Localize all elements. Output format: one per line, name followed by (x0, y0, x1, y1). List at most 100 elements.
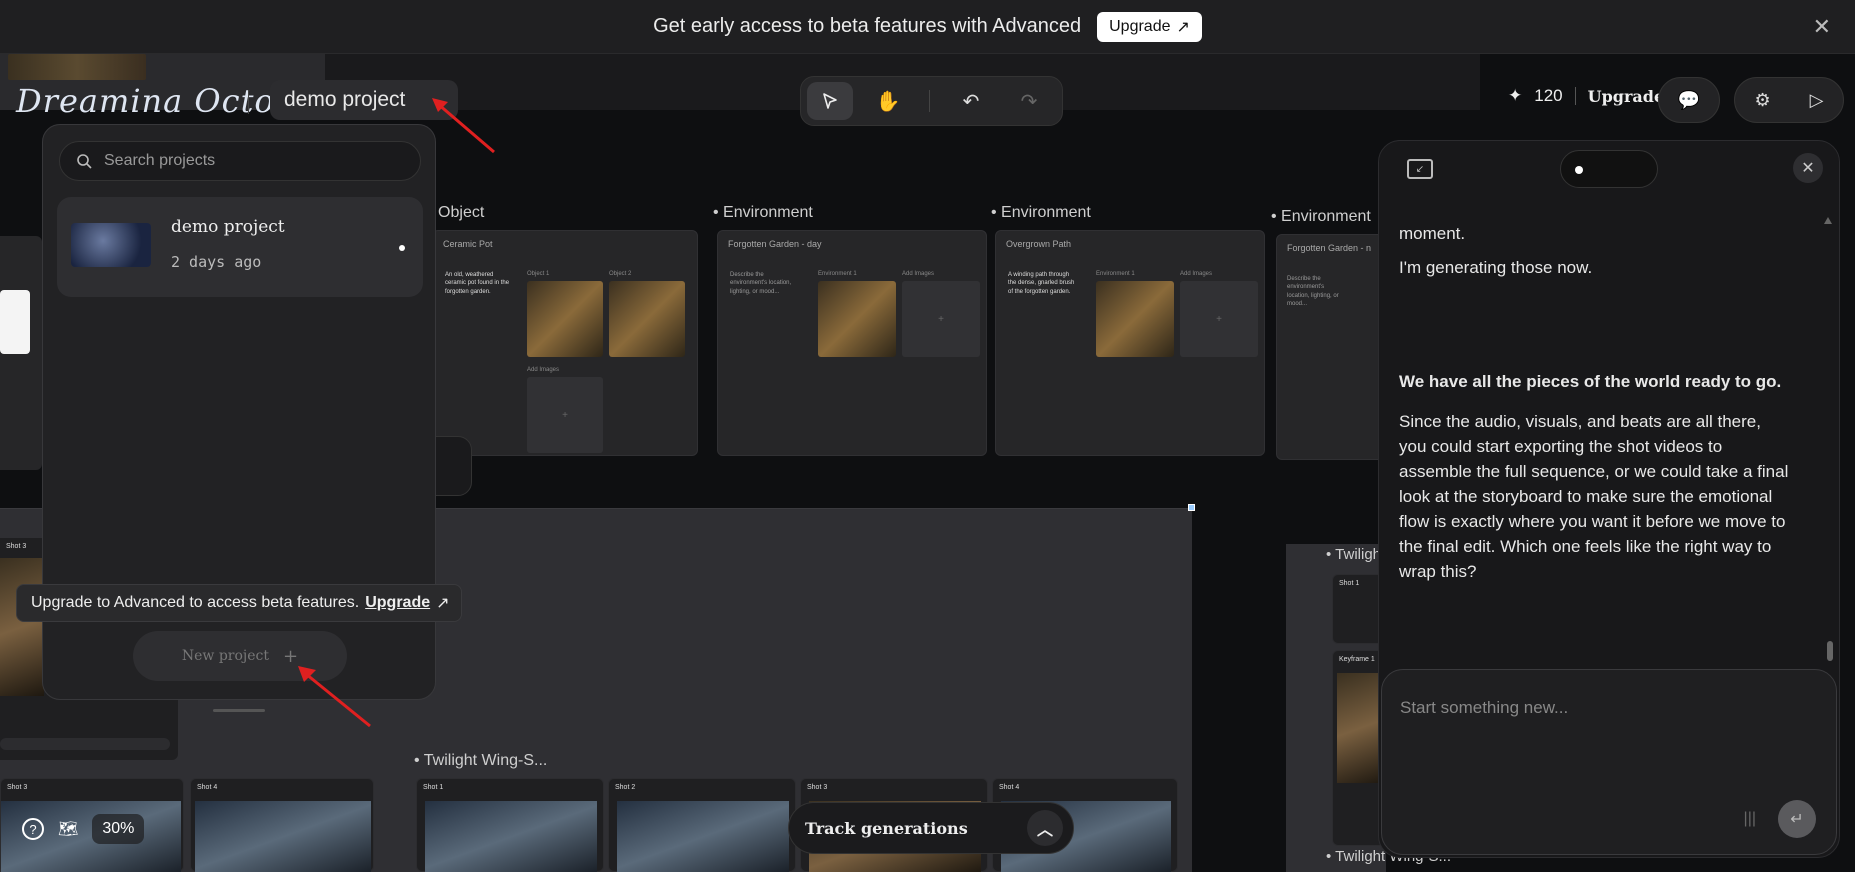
shot-image[interactable] (195, 801, 371, 872)
help-icon[interactable]: ? (22, 818, 44, 840)
banner-upgrade-label: Upgrade (1109, 17, 1171, 35)
chat-message: I'm generating those now. (1399, 258, 1593, 277)
shot-card[interactable]: Shot 1 (416, 778, 604, 872)
shot-image[interactable] (617, 801, 789, 872)
chat-toggle-button[interactable]: 💬 (1658, 77, 1720, 123)
add-image-tile[interactable]: + (1180, 281, 1258, 357)
shot-label: Shot 3 (7, 784, 28, 791)
header-actions: ⚙ ▷ (1734, 77, 1844, 123)
shot-label: Shot 4 (999, 784, 1020, 791)
annotation-arrow (432, 98, 495, 154)
chat-input[interactable]: Start something new... ||| ↵ (1381, 669, 1837, 855)
zoom-level[interactable]: 30% (92, 814, 145, 844)
shot-label: Shot 4 (197, 784, 218, 791)
environment-image[interactable] (1096, 281, 1174, 357)
search-placeholder: Search projects (104, 152, 216, 169)
chat-close-icon[interactable]: ✕ (1793, 153, 1823, 183)
undo-button[interactable]: ↶ (948, 82, 994, 120)
search-icon (77, 154, 92, 169)
chat-message: Since the audio, visuals, and beats are … (1399, 412, 1789, 581)
play-icon[interactable]: ▷ (1810, 90, 1824, 111)
project-item[interactable]: demo project 2 days ago (57, 197, 423, 297)
track-generations-bar[interactable]: Track generations ︿ (788, 802, 1074, 854)
board-title: Overgrown Path (1006, 239, 1072, 249)
shot-card[interactable]: Shot 2 (608, 778, 796, 872)
chat-panel: ↙ ✕ moment. I'm generating those now. We… (1378, 140, 1840, 858)
search-projects-input[interactable]: Search projects (59, 141, 421, 181)
section-label-object: • Object (428, 204, 485, 221)
hand-tool[interactable]: ✋ (865, 82, 911, 120)
object-image[interactable] (527, 281, 603, 357)
chat-input-placeholder: Start something new... (1400, 698, 1569, 717)
chat-status-pill[interactable] (1560, 150, 1658, 188)
section-label-environment: • Environment (713, 204, 813, 221)
slot-label: Environment 1 (1096, 271, 1135, 277)
add-images-label: Add Images (902, 271, 935, 277)
shot-card[interactable]: Shot 4 (190, 778, 374, 872)
board-description: An old, weathered ceramic pot found in t… (445, 272, 510, 295)
toolbar-divider (929, 90, 930, 112)
board-description: A winding path through the dense, gnarle… (1008, 272, 1075, 295)
tooltip-upgrade-link[interactable]: Upgrade (365, 594, 430, 612)
app-logo: Dreamina Octo (16, 82, 275, 120)
project-time: 2 days ago (171, 253, 262, 271)
character-thumbnail[interactable] (0, 290, 30, 354)
add-image-tile[interactable]: + (902, 281, 980, 357)
scroll-up-icon[interactable] (1823, 215, 1833, 227)
select-tool[interactable] (807, 82, 853, 120)
external-arrow-icon: ↗ (436, 595, 450, 612)
project-thumbnail (71, 223, 151, 267)
sparkle-icon: ✦ (1508, 86, 1523, 105)
credits-count: 120 (1534, 86, 1563, 105)
dropdown-scroll-indicator (213, 709, 265, 712)
project-select-label: demo project (284, 88, 406, 111)
chat-message-bold: We have all the pieces of the world read… (1399, 372, 1782, 391)
shot-image[interactable] (425, 801, 597, 872)
chat-scrollbar[interactable] (1827, 641, 1833, 661)
canvas-controls: ? 🗺 30% (22, 814, 145, 844)
board-title: Forgotten Garden - day (728, 239, 822, 249)
settings-icon[interactable]: ⚙ (1755, 90, 1771, 111)
banner-close-icon[interactable]: ✕ (1813, 14, 1831, 40)
environment-image[interactable] (818, 281, 896, 357)
add-images-label: Add Images (527, 367, 560, 373)
minimize-icon[interactable]: ↙ (1407, 159, 1433, 179)
shot-label: Shot 2 (615, 784, 636, 791)
voice-icon[interactable]: ||| (1744, 810, 1756, 828)
canvas-thumbnail (8, 54, 146, 80)
map-icon[interactable]: 🗺 (58, 819, 78, 839)
slot-label: Object 2 (609, 271, 632, 277)
project-name: demo project (171, 217, 285, 237)
shot-image[interactable] (0, 558, 44, 696)
resize-handle[interactable] (1188, 504, 1195, 511)
object-image[interactable] (609, 281, 685, 357)
send-button[interactable]: ↵ (1778, 800, 1816, 838)
environment-board[interactable]: Forgotten Garden - day Describe the envi… (717, 230, 987, 456)
banner-upgrade-button[interactable]: Upgrade ↗ (1097, 11, 1202, 42)
storyboard-label: • Twiligh (1326, 546, 1381, 563)
annotation-arrow (298, 666, 371, 728)
status-dot (1575, 166, 1583, 174)
hand-icon: ✋ (875, 90, 901, 113)
tooltip-text: Upgrade to Advanced to access beta featu… (31, 594, 360, 611)
board-description: Describe the environment's location, lig… (730, 272, 792, 295)
chevron-up-icon[interactable]: ︿ (1027, 810, 1063, 846)
credits-divider (1574, 87, 1576, 105)
header-divider (248, 90, 249, 114)
header-upgrade-button[interactable]: Upgrade (1588, 87, 1665, 106)
beta-banner: Get early access to beta features with A… (0, 0, 1855, 54)
banner-text: Get early access to beta features with A… (653, 15, 1082, 37)
environment-board[interactable]: Overgrown Path A winding path through th… (995, 230, 1265, 456)
redo-icon: ↷ (1020, 90, 1038, 113)
chat-bubble-icon: 💬 (1677, 89, 1701, 110)
slot-label: Environment 1 (818, 271, 857, 277)
new-project-label: New project (181, 648, 270, 664)
add-image-tile[interactable]: + (527, 377, 603, 453)
object-board[interactable]: Ceramic Pot An old, weathered ceramic po… (432, 230, 698, 456)
shot-label: Shot 3 (6, 543, 27, 550)
board-title: Ceramic Pot (443, 239, 493, 249)
generate-bar[interactable] (0, 738, 170, 750)
redo-button[interactable]: ↷ (1006, 82, 1052, 120)
undo-icon: ↶ (962, 90, 980, 113)
cursor-icon (823, 93, 837, 109)
